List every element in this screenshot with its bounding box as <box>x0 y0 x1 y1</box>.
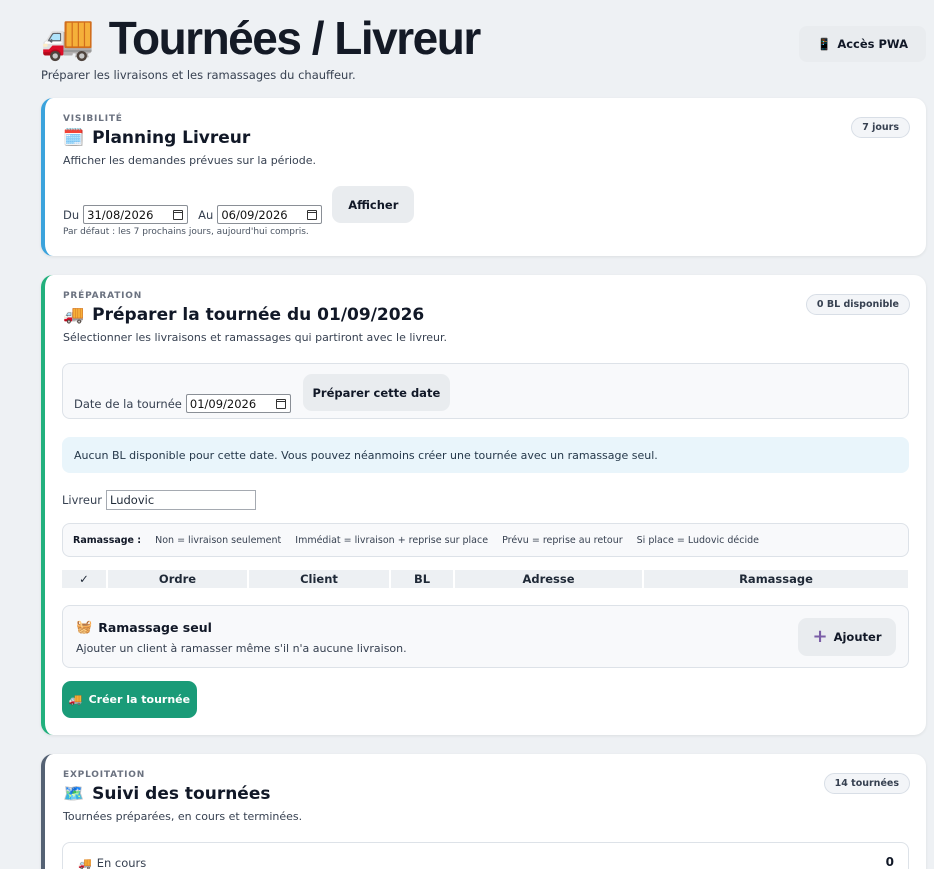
planning-days-badge: 7 jours <box>851 117 910 138</box>
tracking-description: Tournées préparées, en cours et terminée… <box>63 810 303 823</box>
column-bl: BL <box>389 570 453 588</box>
to-date-label: Au <box>198 208 214 222</box>
preparation-title: Préparer la tournée du 01/09/2026 <box>92 305 425 325</box>
to-date-input[interactable]: 06/09/2026 <box>217 205 323 224</box>
pwa-access-button[interactable]: 📱 Accès PWA <box>798 26 926 62</box>
column-address: Adresse <box>453 570 642 588</box>
map-icon: 🗺️ <box>63 784 85 804</box>
pickup-only-title: Ramassage seul <box>98 620 212 635</box>
calendar-picker-icon[interactable] <box>275 398 286 409</box>
in-progress-count: 0 <box>885 855 894 869</box>
column-client: Client <box>247 570 389 588</box>
planning-note: Par défaut : les 7 prochains jours, aujo… <box>63 227 309 237</box>
preparation-card: PRÉPARATION 🚚 Préparer la tournée du 01/… <box>41 275 926 735</box>
truck-icon: 🚚 <box>40 12 95 63</box>
no-bl-info: Aucun BL disponible pour cette date. Vou… <box>62 437 909 473</box>
column-order: Ordre <box>106 570 247 588</box>
calendar-icon: 🗓️ <box>63 128 85 148</box>
page-header: 🚚 Tournées / Livreur Préparer les livrai… <box>40 10 926 90</box>
tracking-kicker: EXPLOITATION <box>63 770 146 780</box>
phone-icon: 📱 <box>816 37 832 51</box>
legend-item: Non = livraison seulement <box>155 534 282 546</box>
in-progress-row[interactable]: 🚚 En cours 0 <box>62 842 909 869</box>
driver-input[interactable]: Ludovic <box>105 490 256 510</box>
add-pickup-button[interactable]: + Ajouter <box>798 618 896 656</box>
in-progress-label: En cours <box>96 856 147 869</box>
create-tour-button[interactable]: 🚚 Créer la tournée <box>62 681 197 718</box>
tour-date-input[interactable]: 01/09/2026 <box>185 394 291 413</box>
preparation-description: Sélectionner les livraisons et ramassage… <box>63 331 448 344</box>
page-subtitle: Préparer les livraisons et les ramassage… <box>41 68 356 82</box>
bl-available-badge: 0 BL disponible <box>805 294 910 315</box>
planning-card: VISIBILITÉ 🗓️ Planning Livreur Afficher … <box>41 98 926 256</box>
plus-icon: + <box>812 626 828 647</box>
planning-kicker: VISIBILITÉ <box>63 114 123 124</box>
pickup-only-description: Ajouter un client à ramasser même s'il n… <box>76 642 407 655</box>
planning-title: Planning Livreur <box>92 128 251 148</box>
calendar-picker-icon[interactable] <box>173 209 184 220</box>
pwa-access-label: Accès PWA <box>837 37 908 51</box>
tour-date-box: Date de la tournée 01/09/2026 Préparer c… <box>62 363 909 419</box>
planning-description: Afficher les demandes prévues sur la pér… <box>63 154 316 167</box>
basket-icon: 🧺 <box>76 620 93 635</box>
from-date-label: Du <box>63 208 80 222</box>
tour-date-value: 01/09/2026 <box>189 396 257 411</box>
preparation-kicker: PRÉPARATION <box>63 291 143 301</box>
add-pickup-label: Ajouter <box>833 630 882 644</box>
legend-title: Ramassage : <box>73 534 142 546</box>
column-pickup: Ramassage <box>642 570 908 588</box>
show-button[interactable]: Afficher <box>332 186 415 223</box>
pickup-legend: Ramassage : Non = livraison seulement Im… <box>62 523 909 557</box>
create-tour-label: Créer la tournée <box>88 693 191 706</box>
legend-item: Prévu = reprise au retour <box>502 534 623 546</box>
prepare-date-button[interactable]: Préparer cette date <box>302 374 450 411</box>
truck-icon: 🚚 <box>63 305 85 325</box>
driver-label: Livreur <box>62 493 102 507</box>
truck-icon: 🚚 <box>68 693 83 706</box>
page-title: Tournées / Livreur <box>108 12 481 64</box>
from-date-value: 31/08/2026 <box>87 207 154 222</box>
delivery-table: ✓ Ordre Client BL Adresse Ramassage <box>62 570 908 588</box>
to-date-value: 06/09/2026 <box>221 207 288 222</box>
from-date-input[interactable]: 31/08/2026 <box>83 205 189 224</box>
pickup-only-box: 🧺 Ramassage seul Ajouter un client à ram… <box>62 605 909 668</box>
legend-item: Si place = Ludovic décide <box>636 534 759 546</box>
tracking-title: Suivi des tournées <box>92 784 271 804</box>
calendar-picker-icon[interactable] <box>307 209 318 220</box>
truck-icon: 🚚 <box>78 856 92 869</box>
tours-count-badge: 14 tournées <box>823 773 910 794</box>
legend-item: Immédiat = livraison + reprise sur place <box>295 534 489 546</box>
table-header-row: ✓ Ordre Client BL Adresse Ramassage <box>62 570 908 588</box>
tracking-card: EXPLOITATION 🗺️ Suivi des tournées Tourn… <box>41 754 926 869</box>
column-select: ✓ <box>62 570 106 588</box>
tour-date-label: Date de la tournée <box>74 397 182 411</box>
